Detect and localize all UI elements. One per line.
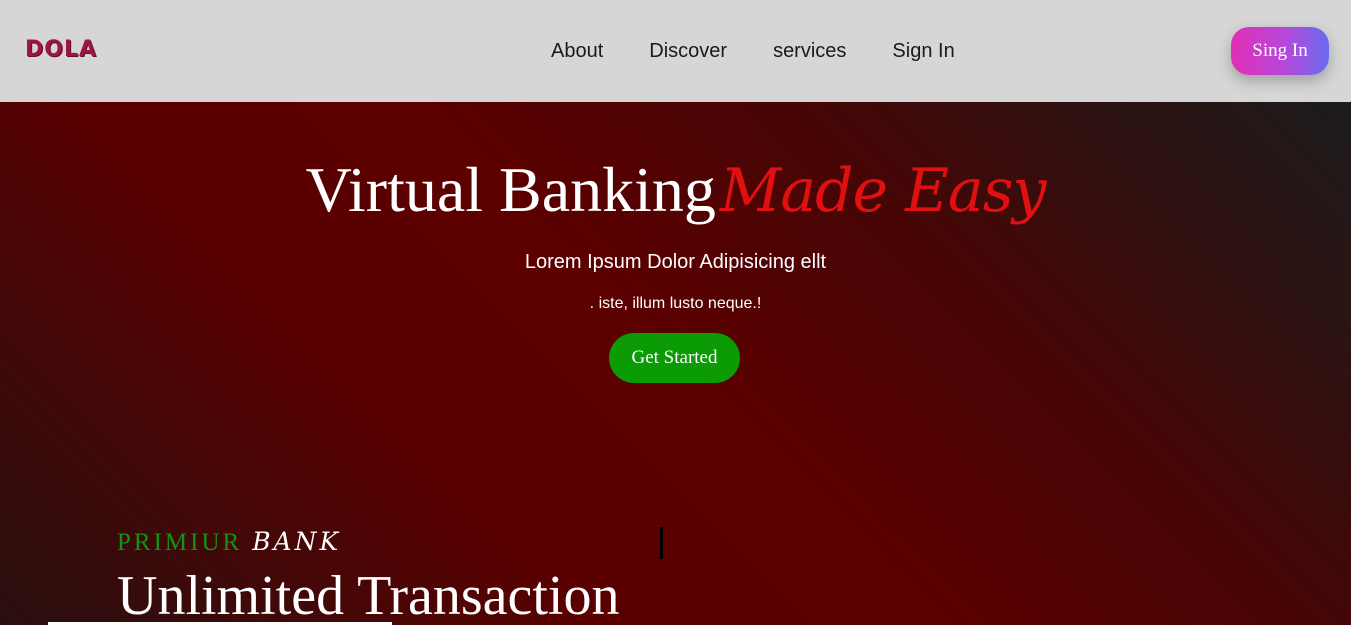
hero-subtext: . iste, illum lusto neque.! <box>589 295 762 312</box>
text-cursor <box>660 527 663 559</box>
hero-subtitle: Lorem Ipsum Dolor Adipisicing ellt <box>524 251 827 273</box>
nav-link-about[interactable]: About <box>551 38 603 64</box>
nav-link-sign-in[interactable]: Sign In <box>892 38 954 64</box>
hero-title-main: Virtual Banking <box>305 154 716 225</box>
dola-logo[interactable]: DOLA <box>25 36 97 62</box>
premium-bank-label: PRIMIUR BANK <box>117 527 341 561</box>
top-header: DOLA About Discover services Sign In Sin… <box>0 0 1351 102</box>
unlimited-transaction-heading: Unlimited Transaction <box>117 565 620 625</box>
premium-label-primary: PRIMIUR <box>117 529 243 556</box>
hero-title: Virtual BankingMade Easy <box>0 150 1351 231</box>
main-nav: About Discover services Sign In <box>551 38 955 64</box>
hero-title-script: Made Easy <box>719 156 1046 226</box>
premium-label-secondary: BANK <box>252 527 342 556</box>
nav-link-discover[interactable]: Discover <box>649 38 727 64</box>
nav-link-services[interactable]: services <box>773 38 846 64</box>
get-started-button[interactable]: Get Started <box>609 333 740 383</box>
page: DOLA About Discover services Sign In Sin… <box>0 0 1351 625</box>
sign-in-button[interactable]: Sing In <box>1231 27 1329 75</box>
